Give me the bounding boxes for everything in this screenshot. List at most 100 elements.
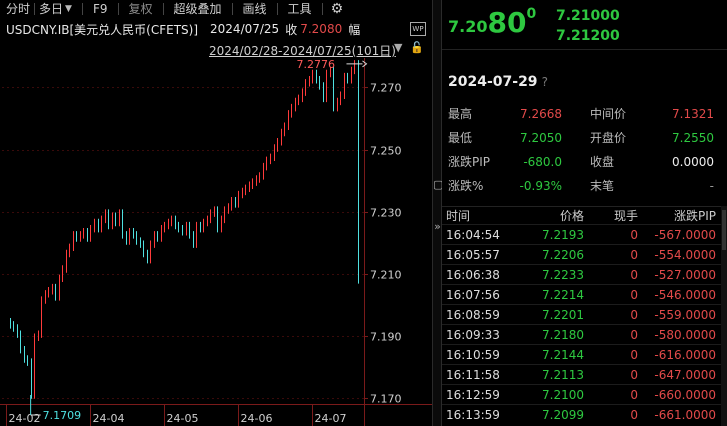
lock-icon[interactable]: 🔓 — [410, 41, 424, 54]
max-label: 7.2776 — [296, 58, 335, 71]
amplitude-label: 幅 — [348, 22, 361, 37]
y-tick-label: 7.230 — [370, 207, 402, 220]
x-tick-label: 24-07 — [315, 412, 347, 425]
stat-label: 最低 — [448, 131, 473, 145]
trade-time: 16:07:56 — [446, 288, 500, 302]
summary-date-text: 2024-07-29 — [448, 74, 538, 90]
tools-button[interactable]: 工具 — [288, 0, 312, 18]
trade-list-header: 时间 价格 现手 涨跌PIP — [442, 206, 727, 224]
toolbar-divider — [231, 3, 233, 15]
stat-value: - — [709, 179, 714, 193]
trade-row[interactable]: 16:08:59 7.2201 0 -559.0000 — [442, 304, 727, 324]
trade-pip: -554.0000 — [654, 248, 716, 262]
stat-value: 7.2550 — [672, 131, 714, 145]
quote-panel: 7.20800 7.21000 7.21200 2024-07-29? 最高 7… — [442, 0, 727, 426]
instrument-row: USDCNY.IB[美元兑人民币(CFETS)] 2024/07/25 收 7.… — [0, 18, 432, 40]
last-price-head: 7.20 — [448, 17, 488, 36]
trade-time: 16:13:59 — [446, 408, 500, 422]
last-price-big: 80 — [487, 6, 527, 39]
trade-pip: -567.0000 — [654, 228, 716, 242]
stat-label: 开盘价 — [590, 131, 627, 145]
trade-row[interactable]: 16:04:54 7.2193 0 -567.0000 — [442, 224, 727, 244]
stat-row: 涨跌PIP -680.0 收盘 0.0000 — [442, 150, 727, 174]
stat-label: 最高 — [448, 107, 473, 121]
wp-icon[interactable]: WP — [410, 22, 426, 36]
stat-value: 0.0000 — [672, 155, 714, 169]
stat-label: 收盘 — [590, 155, 615, 169]
last-price: 7.20800 — [448, 6, 536, 39]
trade-pip: -661.0000 — [654, 408, 716, 422]
chevron-down-icon[interactable]: ▼ — [394, 41, 402, 54]
scrollbar-thumb[interactable] — [722, 210, 726, 250]
trade-row[interactable]: 16:12:59 7.2100 0 -660.0000 — [442, 384, 727, 404]
tab-multi-day[interactable]: 多日 — [39, 0, 63, 18]
last-price-tail: 0 — [526, 6, 537, 22]
trade-time: 16:08:59 — [446, 308, 500, 322]
trade-pip: -616.0000 — [654, 348, 716, 362]
quote-header: 7.20800 7.21000 7.21200 — [442, 0, 727, 50]
close-value: 7.2080 — [300, 22, 343, 36]
toolbar-divider — [81, 3, 83, 15]
trade-time: 16:06:38 — [446, 268, 500, 282]
min-label: 7.1709 — [43, 409, 82, 422]
trade-time: 16:05:57 — [446, 248, 500, 262]
summary-date: 2024-07-29? — [442, 74, 727, 96]
trade-pip: -660.0000 — [654, 388, 716, 402]
y-tick-label: 7.170 — [370, 393, 402, 406]
trade-time: 16:11:58 — [446, 368, 500, 382]
trade-row[interactable]: 16:06:38 7.2233 0 -527.0000 — [442, 264, 727, 284]
trade-row[interactable]: 16:10:59 7.2144 0 -616.0000 — [442, 344, 727, 364]
toolbar-divider — [276, 3, 278, 15]
stat-label: 涨跌% — [448, 179, 484, 193]
trade-price: 7.2113 — [542, 368, 584, 382]
trade-price: 7.2201 — [542, 308, 584, 322]
stat-row: 涨跌% -0.93% 末笔 - — [442, 174, 727, 198]
f9-button[interactable]: F9 — [93, 0, 108, 18]
trade-pip: -580.0000 — [654, 328, 716, 342]
column-header-price: 价格 — [559, 209, 584, 223]
tab-intraday[interactable]: 分时 — [6, 0, 30, 18]
stat-row: 最低 7.2050 开盘价 7.2550 — [442, 126, 727, 150]
y-tick-label: 7.270 — [370, 82, 402, 95]
trade-pip: -546.0000 — [654, 288, 716, 302]
pane-divider[interactable]: ▢ » — [432, 0, 443, 426]
chevron-down-icon[interactable]: ▼ — [65, 0, 72, 18]
trade-time: 16:04:54 — [446, 228, 500, 242]
gear-icon[interactable]: ⚙ — [331, 0, 344, 18]
trade-time: 16:10:59 — [446, 348, 500, 362]
close-label: 收 — [285, 22, 298, 37]
double-chevron-right-icon[interactable]: » — [433, 220, 442, 233]
help-icon[interactable]: ? — [542, 75, 548, 89]
trade-time: 16:12:59 — [446, 388, 500, 402]
price-chart[interactable]: 7.270 7.250 7.230 7.210 7.190 7.170 24-02 24-04… — [0, 58, 432, 426]
trade-row[interactable]: 16:13:59 7.2099 0 -661.0000 — [442, 404, 727, 424]
toolbar-divider — [117, 3, 119, 15]
x-tick-label: 24-06 — [241, 412, 273, 425]
trade-price: 7.2233 — [542, 268, 584, 282]
stat-label: 中间价 — [590, 107, 627, 121]
trade-row[interactable]: 16:05:57 7.2206 0 -554.0000 — [442, 244, 727, 264]
draw-line-button[interactable]: 画线 — [243, 0, 267, 18]
stat-row: 最高 7.2668 中间价 7.1321 — [442, 102, 727, 126]
restore-rights-button[interactable]: 复权 — [129, 0, 153, 18]
y-tick-label: 7.190 — [370, 331, 402, 344]
x-tick-label: 24-04 — [93, 412, 125, 425]
chart-date: 2024/07/25 — [210, 22, 280, 36]
trade-row[interactable]: 16:11:58 7.2113 0 -647.0000 — [442, 364, 727, 384]
trade-row[interactable]: 16:09:33 7.2180 0 -580.0000 — [442, 324, 727, 344]
super-overlay-button[interactable]: 超级叠加 — [174, 0, 222, 18]
trade-list-scrollbar[interactable] — [721, 206, 727, 426]
collapse-left-icon[interactable]: ▢ — [433, 178, 443, 191]
date-range-row: 2024/02/28-2024/07/25(101日) ▼ 🔓 — [0, 40, 432, 58]
trade-row[interactable]: 16:07:56 7.2214 0 -546.0000 — [442, 284, 727, 304]
y-tick-label: 7.250 — [370, 145, 402, 158]
stat-value: 7.2668 — [520, 107, 562, 121]
trade-pip: -559.0000 — [654, 308, 716, 322]
date-range[interactable]: 2024/02/28-2024/07/25(101日) — [209, 42, 396, 59]
stat-value: 7.2050 — [520, 131, 562, 145]
trade-pip: -527.0000 — [654, 268, 716, 282]
summary-stats: 最高 7.2668 中间价 7.1321 最低 7.2050 开盘价 7.255… — [442, 102, 727, 198]
stat-value: -0.93% — [519, 179, 562, 193]
x-tick-label: 24-02 — [9, 412, 41, 425]
price-chart-svg: 7.270 7.250 7.230 7.210 7.190 7.170 24-02 24-04… — [0, 58, 432, 426]
